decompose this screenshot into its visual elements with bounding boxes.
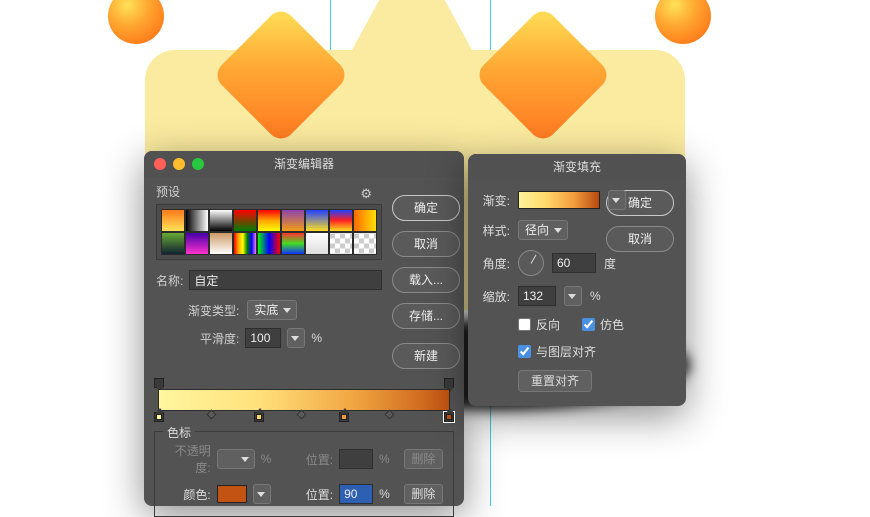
align-checkbox[interactable]: 与图层对齐 [518,343,596,360]
color-stop[interactable] [254,412,264,422]
preset-swatch[interactable] [281,209,305,232]
load-button[interactable]: 载入... [392,267,460,293]
color-label: 颜色: [165,486,211,503]
gear-icon[interactable]: ⚙ [360,186,372,202]
reset-align-button[interactable]: 重置对齐 [518,370,592,392]
presets-label: 预设 [156,183,382,200]
preset-swatch[interactable] [329,232,353,255]
preset-swatch[interactable] [353,209,377,232]
preset-swatch[interactable] [161,232,185,255]
preset-swatch[interactable] [209,232,233,255]
save-button[interactable]: 存储... [392,303,460,329]
preset-swatch[interactable] [209,209,233,232]
gradient-menu[interactable] [608,190,626,210]
opacity-stop[interactable] [444,378,454,388]
smooth-unit-select[interactable] [287,328,305,348]
gradient-label: 渐变: [480,192,510,209]
preset-swatch[interactable] [281,232,305,255]
preset-swatch[interactable] [257,209,281,232]
midpoint-icon[interactable] [297,410,307,420]
scale-label: 缩放: [480,288,510,305]
dither-checkbox[interactable]: 仿色 [582,316,624,333]
preset-swatch[interactable] [161,209,185,232]
angle-label: 角度: [480,255,510,272]
opacity-stop[interactable] [154,378,164,388]
style-label: 样式: [480,222,510,239]
color-stop-selected[interactable] [444,412,454,422]
minimize-icon[interactable] [173,158,185,170]
scale-menu[interactable] [564,286,582,306]
percent-label: % [311,331,322,345]
style-select[interactable]: 径向 [518,220,568,240]
name-input[interactable] [189,270,382,290]
stops-legend: 色标 [163,424,195,441]
smooth-label: 平滑度: [200,330,239,347]
color-location-input[interactable] [339,484,373,504]
cancel-button[interactable]: 取消 [606,226,674,252]
preset-swatch[interactable] [185,232,209,255]
preset-grid[interactable] [156,204,382,260]
name-label: 名称: [156,272,183,289]
close-icon[interactable] [154,158,166,170]
percent-label: % [379,487,390,501]
smooth-input[interactable] [245,328,281,348]
color-menu[interactable] [253,484,271,504]
color-swatch[interactable] [217,485,248,503]
gradient-editor-titlebar[interactable]: 渐变编辑器 [144,151,464,177]
dialog-title: 渐变填充 [553,160,601,174]
preset-swatch[interactable] [233,232,257,255]
gradient-preview[interactable] [518,191,600,209]
opacity-select [217,449,255,469]
ok-button[interactable]: 确定 [392,195,460,221]
scale-input[interactable] [518,286,556,306]
preset-swatch[interactable] [305,232,329,255]
color-stop[interactable] [154,412,164,422]
delete-color-button[interactable]: 删除 [404,484,443,504]
preset-swatch[interactable] [233,209,257,232]
delete-opacity-button: 删除 [404,449,443,469]
degree-label: 度 [604,255,616,272]
crown-ball-left [108,0,164,44]
color-stop[interactable] [339,412,349,422]
preset-swatch[interactable] [353,232,377,255]
gradient-fill-titlebar[interactable]: 渐变填充 [468,154,686,180]
preset-swatch[interactable] [257,232,281,255]
cancel-button[interactable]: 取消 [392,231,460,257]
opacity-label: 不透明度: [165,442,211,476]
new-button[interactable]: 新建 [392,343,460,369]
preset-swatch[interactable] [185,209,209,232]
stops-group: 色标 不透明度: % 位置: % 删除 颜色: 位置: % 删除 [154,431,454,517]
gradient-fill-dialog: 渐变填充 确定 取消 渐变: 样式: 径向 角度: 度 缩放: % 反向 仿色 [468,154,686,406]
gradient-editor-dialog: 渐变编辑器 ⚙ 预设 [144,151,464,506]
percent-label: % [261,452,272,466]
midpoint-icon[interactable] [384,410,394,420]
percent-label: % [379,452,390,466]
angle-input[interactable] [552,253,596,273]
dialog-title: 渐变编辑器 [274,157,334,171]
opacity-location-input [339,449,373,469]
percent-label: % [590,289,601,303]
angle-dial[interactable] [518,250,544,276]
preset-swatch[interactable] [305,209,329,232]
gradient-bar[interactable] [158,389,450,411]
window-controls [154,158,204,170]
maximize-icon[interactable] [192,158,204,170]
location-label: 位置: [287,486,333,503]
midpoint-icon[interactable] [206,410,216,420]
type-label: 渐变类型: [188,302,239,319]
preset-swatch[interactable] [329,209,353,232]
reverse-checkbox[interactable]: 反向 [518,316,560,333]
type-select[interactable]: 实底 [247,300,297,320]
crown-spike [322,0,502,105]
location-label: 位置: [287,451,333,468]
crown-ball-right [655,0,711,44]
